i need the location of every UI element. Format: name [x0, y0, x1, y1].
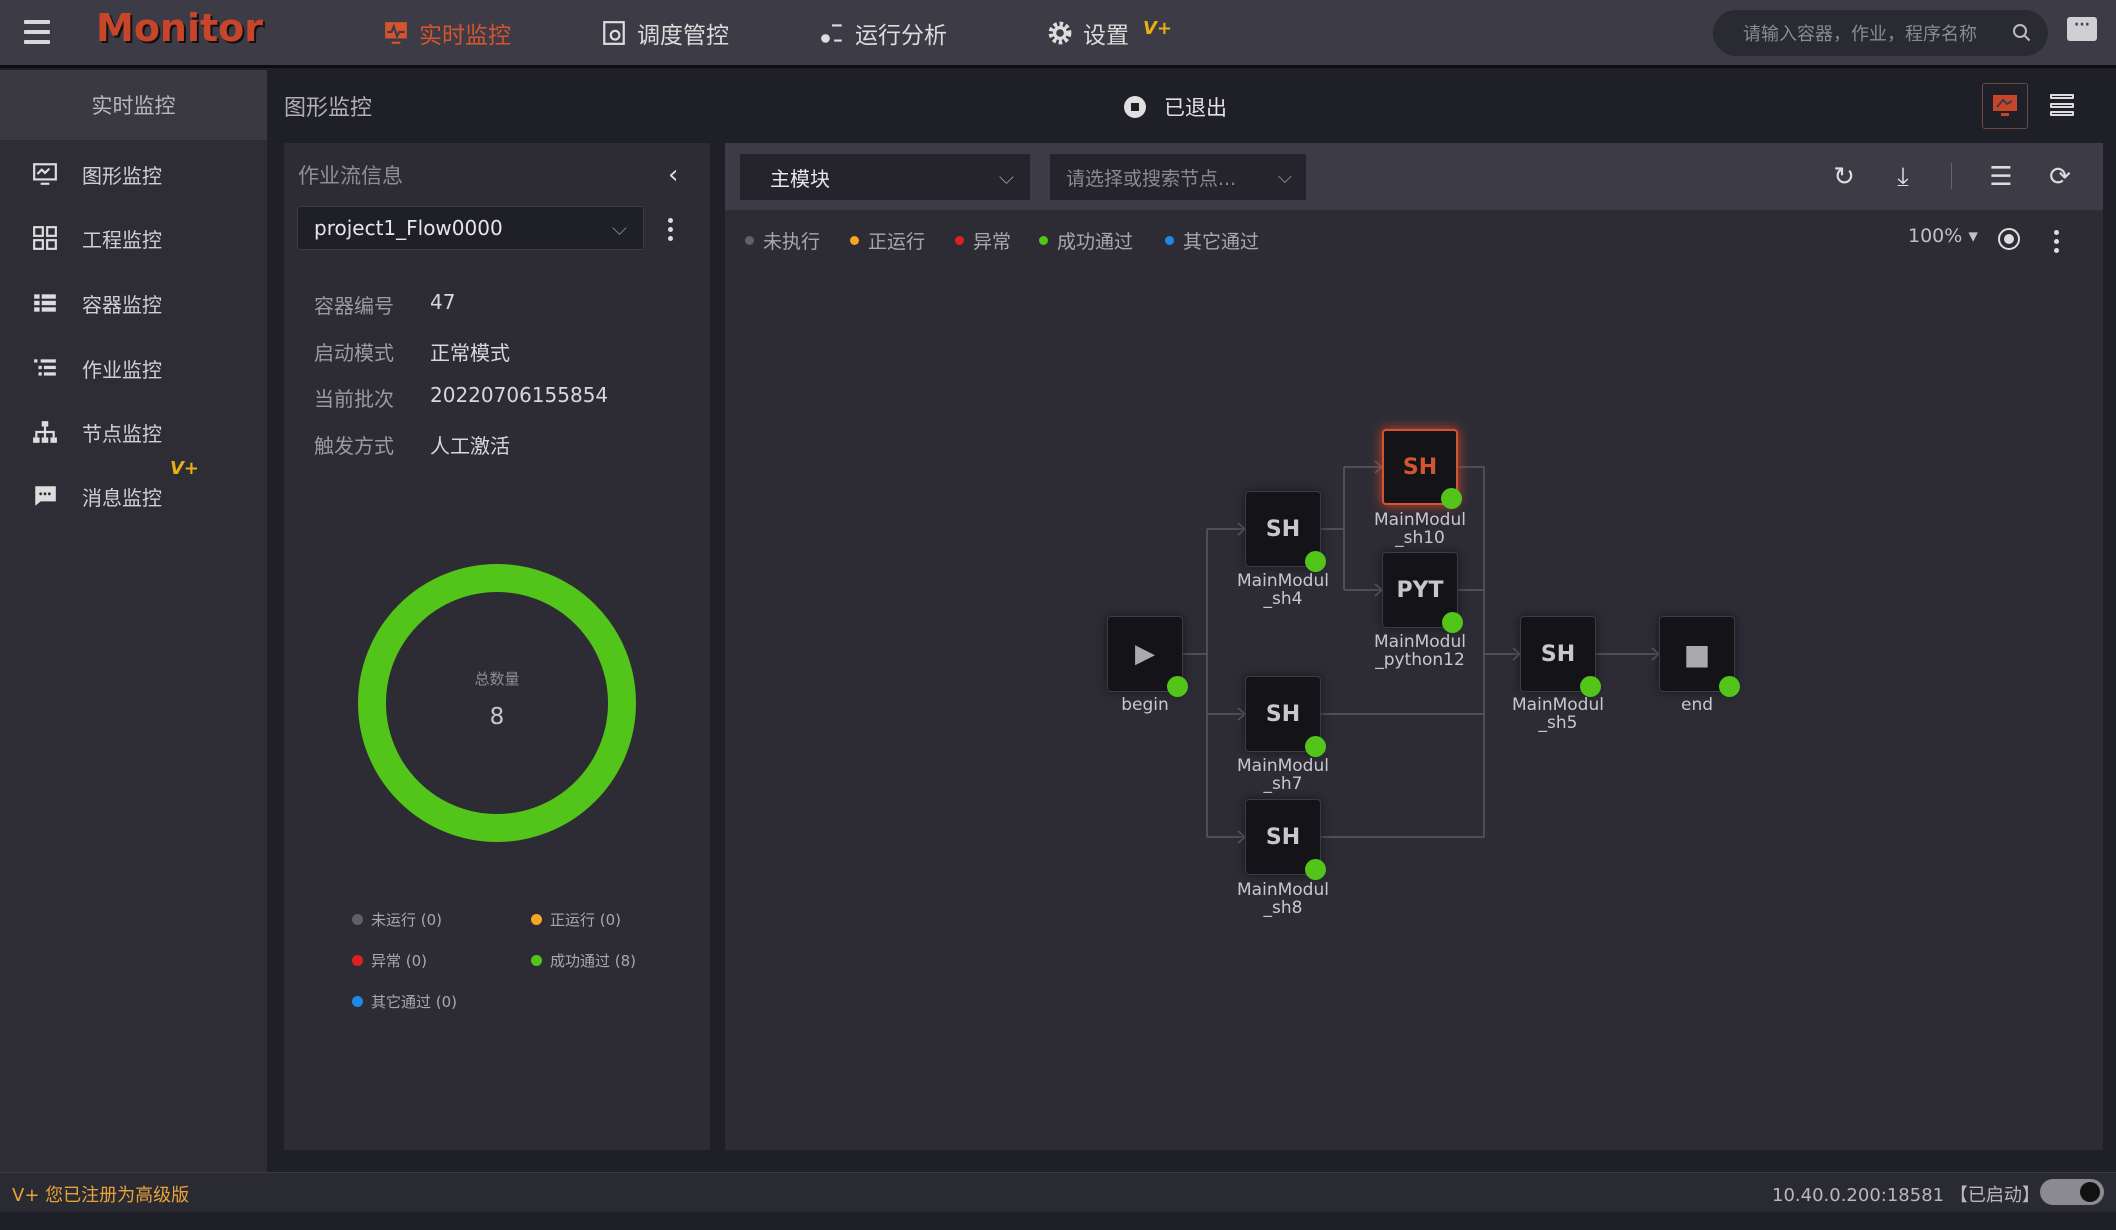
play-icon: ▶	[1135, 639, 1155, 669]
node-label: begin	[1121, 695, 1169, 715]
stop-icon: ■	[1683, 637, 1711, 671]
node-label: MainModul _python12	[1374, 632, 1466, 670]
node-label: MainModul _sh5	[1512, 695, 1604, 733]
node-python12[interactable]: PYT	[1382, 552, 1463, 633]
node-label: MainModul _sh8	[1237, 880, 1329, 918]
node-begin[interactable]: ▶	[1107, 616, 1188, 697]
node-sh10[interactable]: SH	[1382, 429, 1462, 509]
node-label: end	[1680, 695, 1714, 715]
node-label: MainModul _sh7	[1237, 756, 1329, 794]
node-label: MainModul _sh4	[1237, 571, 1329, 609]
success-dot	[1580, 676, 1601, 697]
success-dot	[1305, 859, 1326, 880]
node-label: MainModul _sh10	[1374, 510, 1466, 548]
success-dot	[1719, 676, 1740, 697]
success-dot	[1167, 676, 1188, 697]
node-end[interactable]: ■	[1659, 616, 1740, 697]
success-dot	[1305, 736, 1326, 757]
registration-notice: V+ 您已注册为高级版	[12, 1185, 190, 1206]
success-dot	[1441, 488, 1462, 509]
success-dot	[1442, 612, 1463, 633]
success-dot	[1305, 551, 1326, 572]
server-address: 10.40.0.200:18581 【已启动】	[1772, 1185, 2040, 1206]
node-sh4[interactable]: SH	[1245, 491, 1326, 572]
node-sh5[interactable]: SH	[1520, 616, 1601, 697]
dark-mode-toggle[interactable]	[2040, 1179, 2104, 1205]
node-sh7[interactable]: SH	[1245, 676, 1326, 757]
graph-edges	[1183, 460, 1661, 844]
node-sh8[interactable]: SH	[1245, 799, 1326, 880]
